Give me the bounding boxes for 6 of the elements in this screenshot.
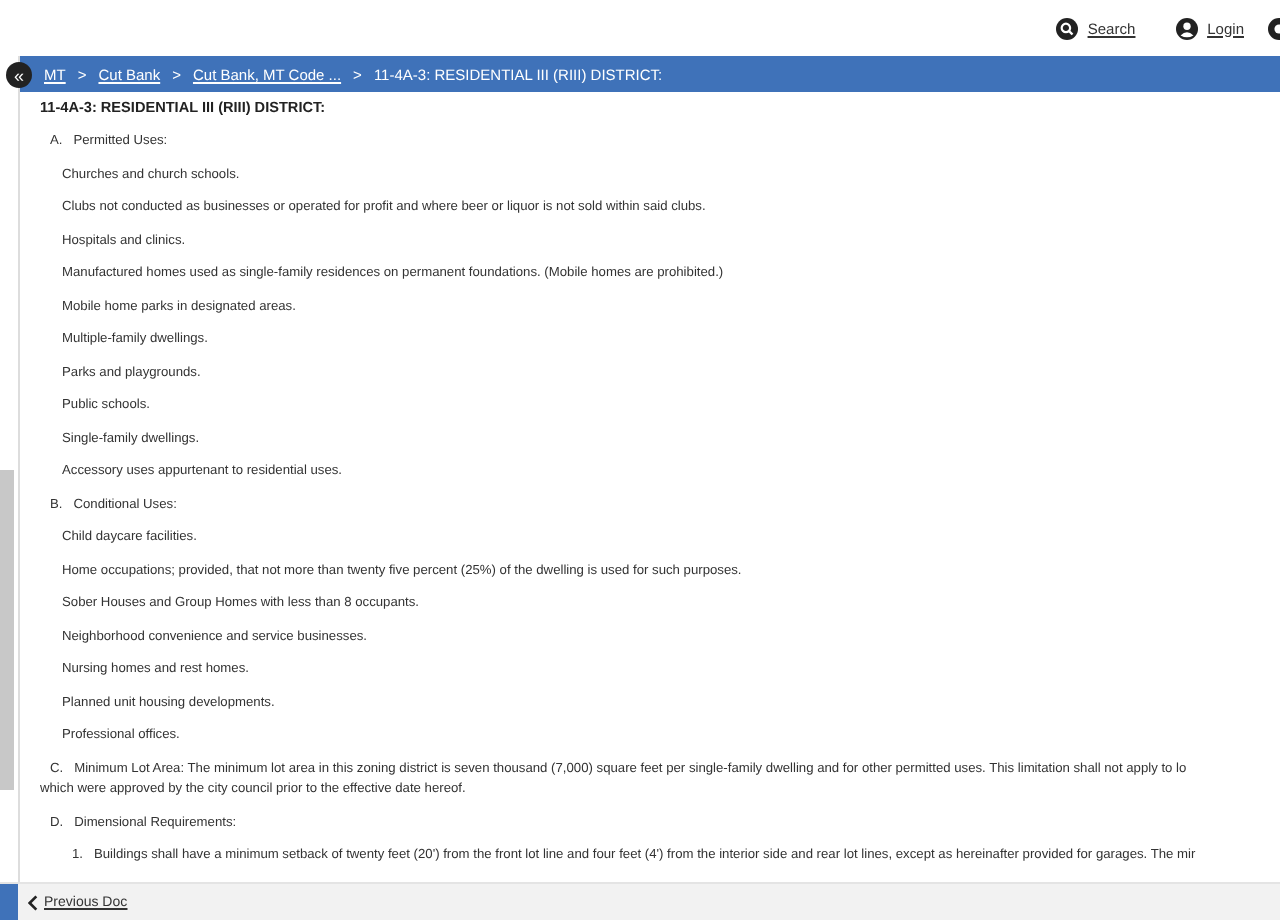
chevron-left-icon xyxy=(28,893,38,911)
sidebar-tab[interactable] xyxy=(0,884,18,920)
collapse-button[interactable]: « xyxy=(6,62,32,88)
search-icon xyxy=(1055,17,1078,39)
user-icon xyxy=(1175,17,1198,39)
scrollbar-thumb[interactable] xyxy=(0,470,14,790)
